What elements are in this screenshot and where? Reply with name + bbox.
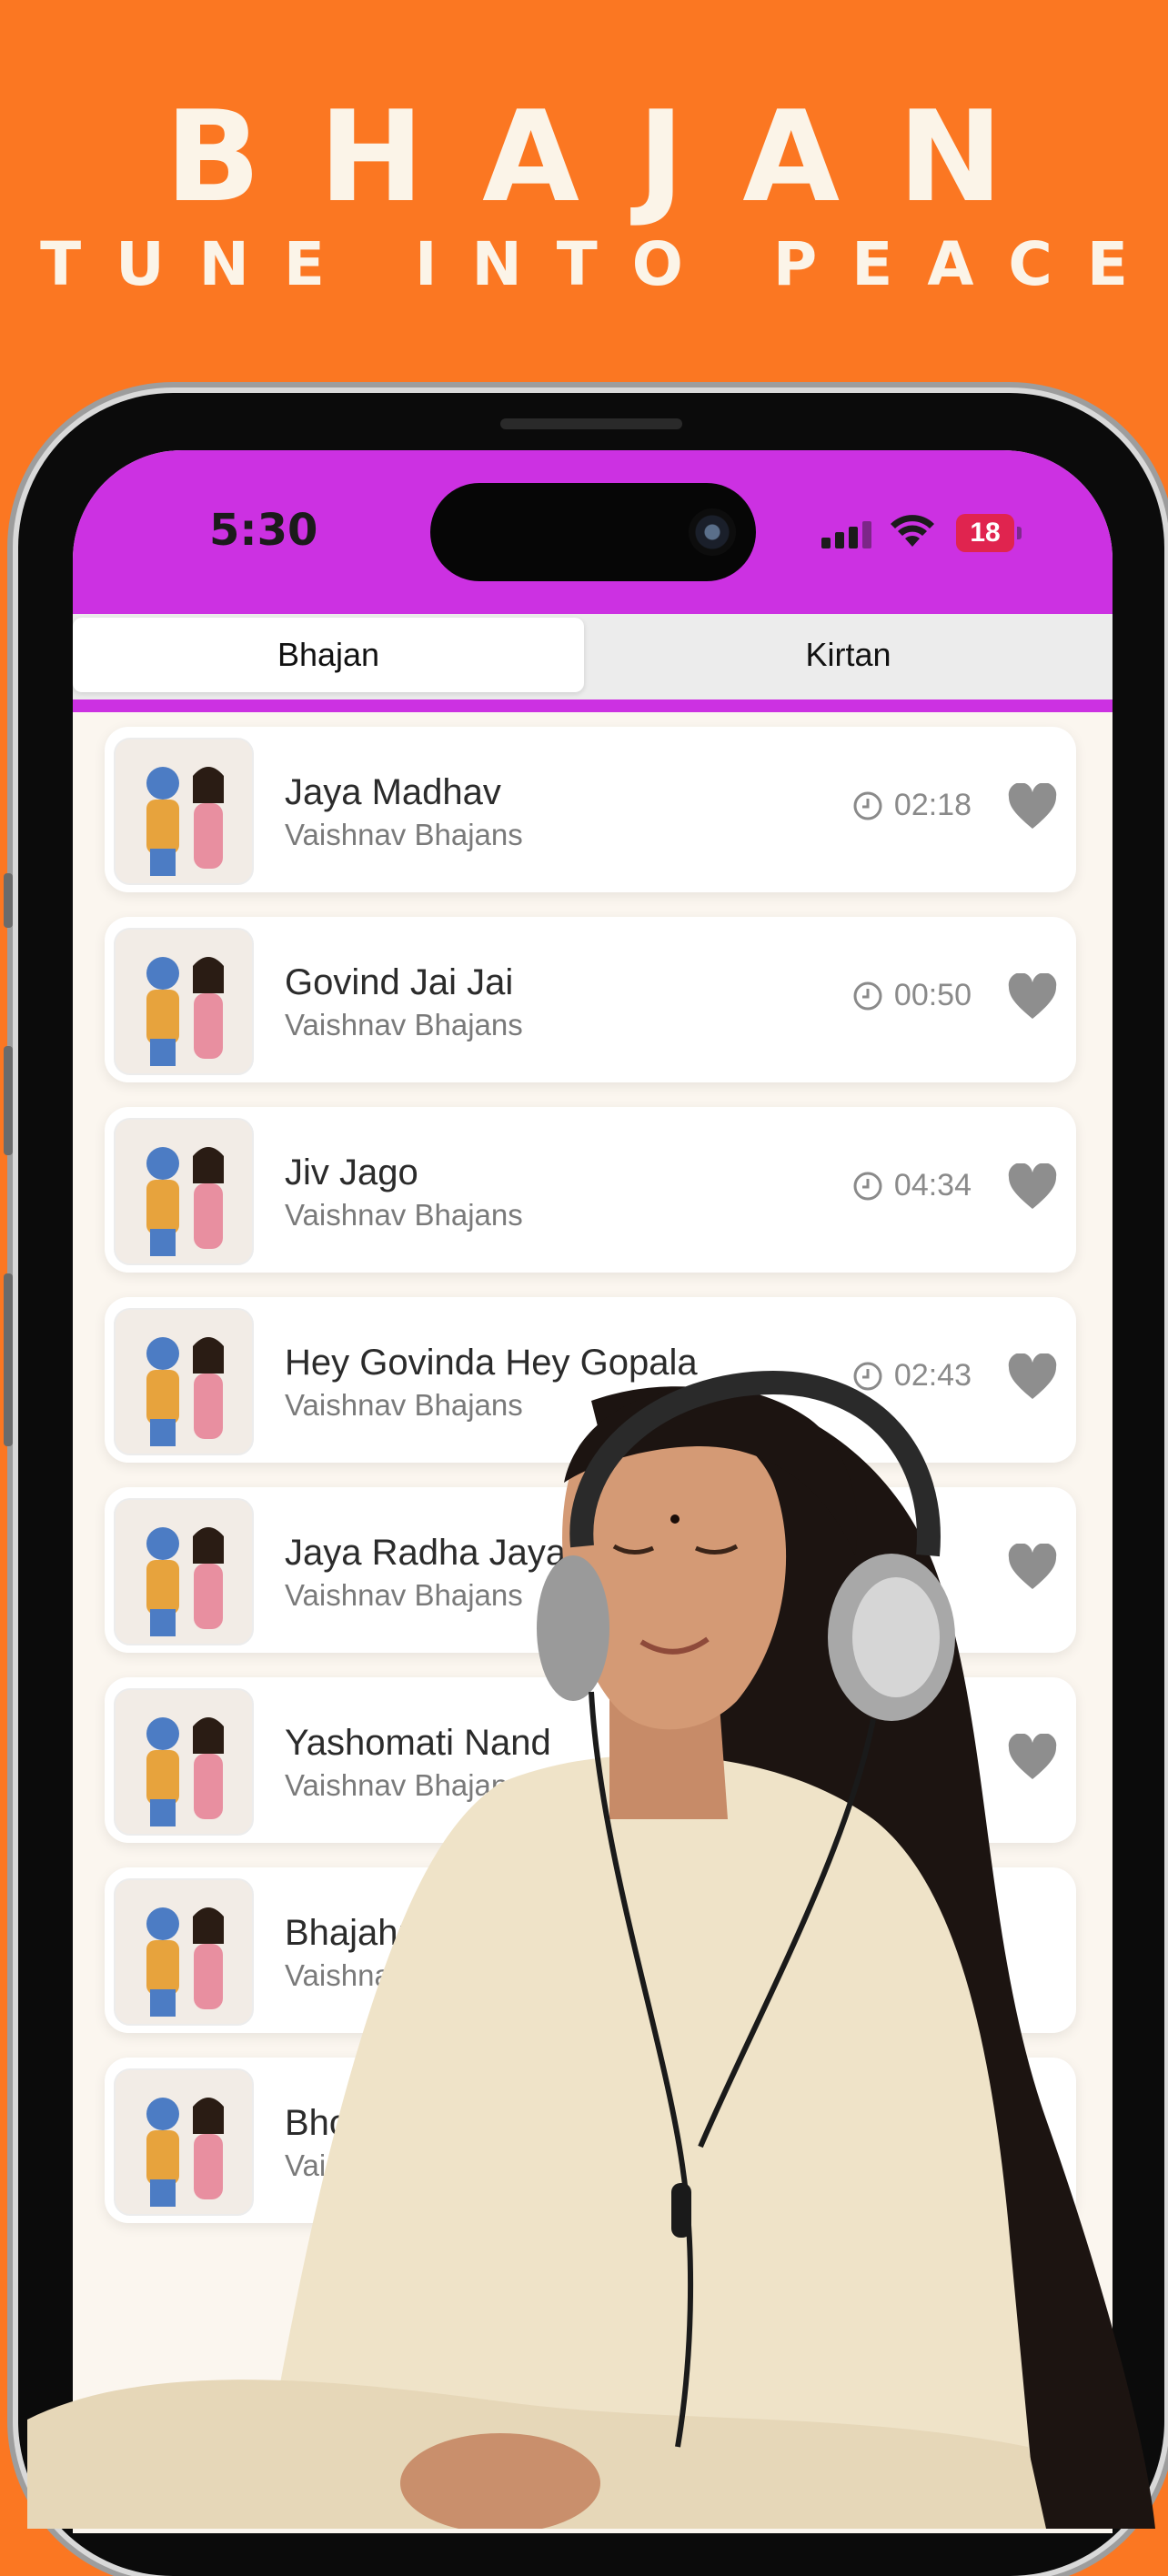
cellular-signal-icon xyxy=(821,521,871,548)
clock-icon xyxy=(853,1172,882,1200)
album-art xyxy=(114,1118,254,1265)
battery-icon: 18 xyxy=(956,514,1022,552)
song-artist: Vaishnav xyxy=(285,2148,407,2182)
song-title: Jaya Madhav xyxy=(285,772,501,812)
song-title: Jiv Jago xyxy=(285,1152,418,1192)
song-duration: 04:34 xyxy=(852,1168,972,1203)
heart-icon[interactable] xyxy=(1007,783,1058,830)
dynamic-island xyxy=(430,483,756,581)
song-title: Jaya Radha Jaya xyxy=(285,1533,567,1573)
heart-icon[interactable] xyxy=(1007,1353,1058,1401)
duration-text: 02:18 xyxy=(893,788,972,822)
status-bar: 5:30 18 xyxy=(73,450,1113,614)
song-duration: 02:43 xyxy=(852,1358,972,1394)
heart-icon[interactable] xyxy=(1007,973,1058,1021)
clock-icon xyxy=(853,791,882,820)
list-item[interactable]: Govind Jai Jai Vaishnav Bhajans 00:50 xyxy=(105,917,1076,1082)
song-title: Yashomati Nand xyxy=(285,1723,551,1763)
duration-text: 02:43 xyxy=(893,1358,972,1393)
clock-icon xyxy=(853,981,882,1010)
song-duration: 02:18 xyxy=(852,788,972,823)
segmented-control: Bhajan Kirtan xyxy=(73,614,1113,712)
song-artist: Vaishnav Bhajans xyxy=(285,1008,523,1041)
album-art xyxy=(114,1878,254,2026)
clock-icon xyxy=(853,1362,882,1390)
list-item[interactable]: Hey Govinda Hey Gopala Vaishnav Bhajans … xyxy=(105,1297,1076,1463)
song-artist: Vaishnav Bhajans xyxy=(285,1768,523,1802)
list-item[interactable]: Jaya Radha Jaya Vaishnav Bhajans xyxy=(105,1487,1076,1653)
album-art xyxy=(114,2068,254,2216)
song-artist: Vaishnav Bhajans xyxy=(285,818,523,851)
list-item[interactable]: Jaya Madhav Vaishnav Bhajans 02:18 xyxy=(105,727,1076,892)
heart-icon[interactable] xyxy=(1007,1544,1058,1591)
song-artist: Vaishnav Bhajans xyxy=(285,1388,523,1422)
list-item[interactable]: Yashomati Nand Vaishnav Bhajans xyxy=(105,1677,1076,1843)
tab-kirtan[interactable]: Kirtan xyxy=(584,618,1113,692)
camera-icon xyxy=(689,508,736,556)
song-title: Bhoga A xyxy=(285,2103,423,2143)
wifi-icon xyxy=(891,515,934,547)
song-duration: 00:50 xyxy=(852,978,972,1013)
phone-screen: 5:30 18 Bhajan Kirtan Jaya Madhav Vaishn… xyxy=(73,450,1113,2533)
song-list: Jaya Madhav Vaishnav Bhajans 02:18 Govin… xyxy=(105,727,1076,2248)
hero-title: BHAJAN xyxy=(165,84,1062,230)
duration-text: 04:34 xyxy=(893,1168,972,1202)
album-art xyxy=(114,928,254,1075)
album-art xyxy=(114,1308,254,1455)
list-item[interactable]: Bhoga A Vaishnav xyxy=(105,2058,1076,2223)
list-item[interactable]: Bhajahu R Vaishnav B xyxy=(105,1867,1076,2033)
volume-down-button xyxy=(4,1273,13,1446)
tab-bhajan[interactable]: Bhajan xyxy=(73,618,584,692)
list-item[interactable]: Jiv Jago Vaishnav Bhajans 04:34 xyxy=(105,1107,1076,1273)
earpiece-speaker xyxy=(500,418,682,429)
song-title: Hey Govinda Hey Gopala xyxy=(285,1343,698,1383)
duration-text: 00:50 xyxy=(893,978,972,1012)
song-title: Bhajahu R xyxy=(285,1913,455,1953)
heart-icon[interactable] xyxy=(1007,1734,1058,1781)
album-art xyxy=(114,1688,254,1836)
album-art xyxy=(114,738,254,885)
action-button xyxy=(4,873,13,928)
volume-up-button xyxy=(4,1046,13,1155)
hero-subtitle: TUNE INTO PEACE xyxy=(40,229,1163,299)
song-artist: Vaishnav Bhajans xyxy=(285,1578,523,1612)
heart-icon[interactable] xyxy=(1007,1163,1058,1211)
album-art xyxy=(114,1498,254,1645)
status-time: 5:30 xyxy=(209,505,318,556)
song-artist: Vaishnav B xyxy=(285,1958,435,1992)
song-artist: Vaishnav Bhajans xyxy=(285,1198,523,1232)
song-title: Govind Jai Jai xyxy=(285,962,514,1002)
